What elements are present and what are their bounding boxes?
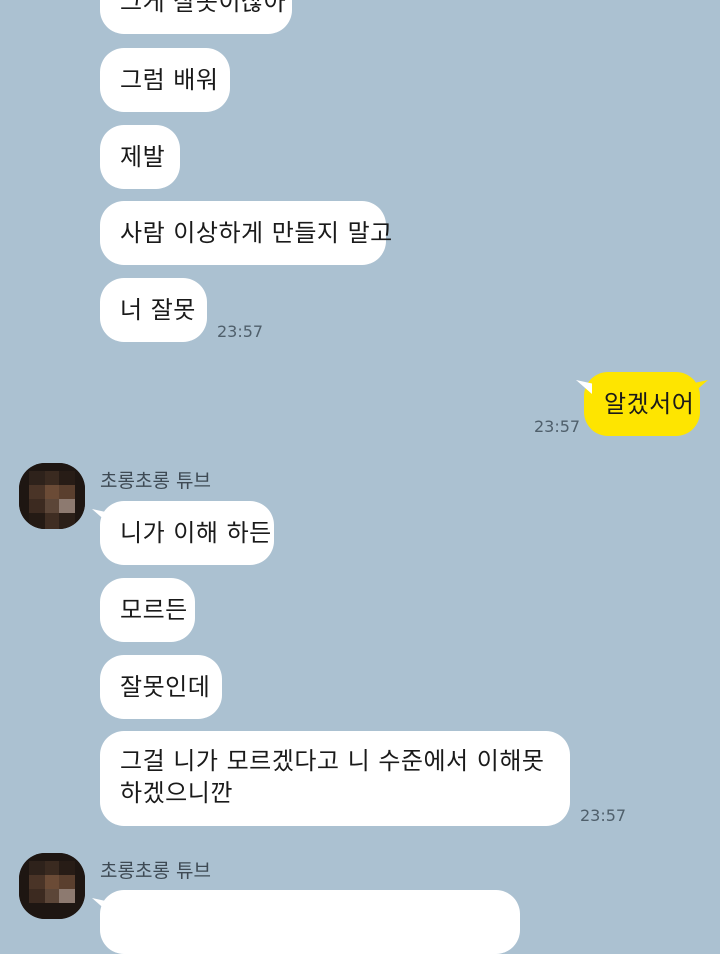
message-bubble[interactable]: 니가 이해 하든 [100, 501, 274, 565]
message-text: 너 잘못 [120, 296, 196, 324]
message-text: 모르든 [120, 596, 188, 624]
sender-avatar[interactable] [19, 853, 85, 919]
message-text: 그게 잘못이잖아 [120, 0, 287, 16]
message-bubble[interactable]: 잘못인데 [100, 655, 222, 719]
message-text: 그럼 배워 [120, 66, 219, 94]
pixelated-profile-icon [19, 853, 85, 919]
message-bubble[interactable]: 그걸 니가 모르겠다고 니 수준에서 이해못하겠으니깐 [100, 731, 570, 826]
message-text: 알겠서어 [604, 390, 695, 418]
message-text: 그걸 니가 모르겠다고 니 수준에서 이해못하겠으니깐 [120, 747, 545, 807]
message-text: 제발 [120, 143, 166, 171]
sender-name: 초롱초롱 튜브 [100, 860, 211, 882]
message-text: 사람 이상하게 만들지 말고 [120, 219, 393, 247]
message-bubble[interactable]: 제발 [100, 125, 180, 189]
sender-name: 초롱초롱 튜브 [100, 470, 211, 492]
message-bubble[interactable]: 그럼 배워 [100, 48, 230, 112]
message-text: 니가 이해 하든 [120, 519, 272, 547]
message-timestamp: 23:57 [217, 322, 264, 341]
message-bubble[interactable]: 너 잘못 [100, 278, 207, 342]
message-bubble[interactable]: 사람 이상하게 만들지 말고 [100, 201, 392, 265]
message-timestamp: 23:57 [580, 806, 627, 825]
chat-room: 그게 잘못이잖아 그럼 배워 제발 사람 이상하게 만들지 말고 너 잘못 23… [0, 0, 720, 954]
sender-avatar[interactable] [19, 463, 85, 529]
pixelated-profile-icon [19, 463, 85, 529]
message-bubble[interactable]: 그게 잘못이잖아 [100, 0, 292, 34]
message-timestamp: 23:57 [534, 417, 581, 436]
message-bubble[interactable]: 모르든 [100, 578, 195, 642]
message-text: 잘못인데 [120, 673, 211, 701]
my-message-bubble[interactable]: 알겠서어 [584, 372, 700, 436]
